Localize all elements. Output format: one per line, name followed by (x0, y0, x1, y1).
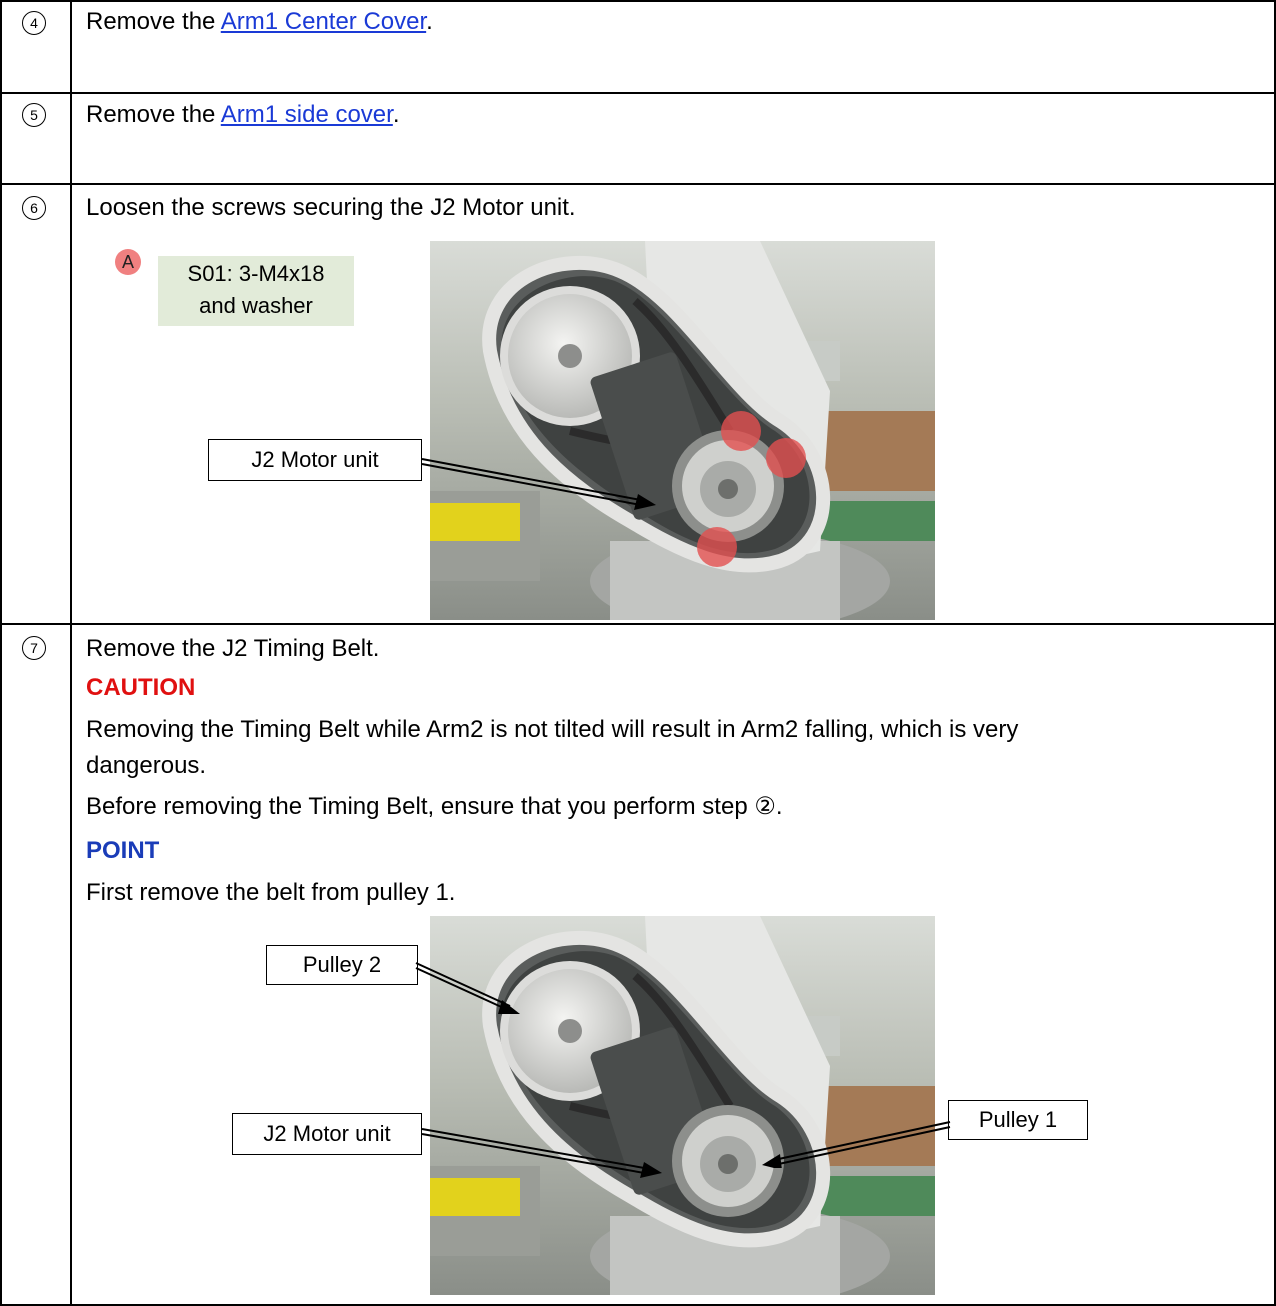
callout-arrow (421, 458, 656, 510)
arm1-center-cover-link[interactable]: Arm1 Center Cover (221, 8, 426, 35)
step-number: 6 (22, 196, 46, 220)
table-border-top (0, 0, 1276, 2)
step-instruction-prefix: Remove the (86, 101, 221, 128)
screw-highlight (766, 438, 806, 478)
step-number: 5 (22, 103, 46, 127)
step-instruction-prefix: Remove the (86, 8, 221, 35)
caution-text: Before removing the Timing Belt, ensure … (86, 793, 783, 820)
screw-spec-line: S01: 3-M4x18 (187, 261, 325, 286)
marker-a-badge: A (115, 249, 141, 275)
step-number: 7 (22, 636, 46, 660)
j2-motor-photo (430, 241, 935, 620)
step-instruction: Remove the J2 Timing Belt. (86, 635, 380, 662)
step-number: 4 (22, 11, 46, 35)
point-heading: POINT (86, 837, 160, 864)
step-instruction: Remove the Arm1 Center Cover. (86, 8, 433, 36)
row-divider (0, 92, 1276, 94)
screw-highlight (697, 527, 737, 567)
arm1-side-cover-link[interactable]: Arm1 side cover (221, 101, 393, 128)
callout-pulley-1: Pulley 1 (948, 1100, 1088, 1140)
step-instruction: Loosen the screws securing the J2 Motor … (86, 194, 576, 221)
caution-text: dangerous. (86, 752, 207, 779)
callout-j2-motor-unit: J2 Motor unit (208, 439, 422, 481)
callout-pulley-2: Pulley 2 (266, 945, 418, 985)
row-divider (0, 623, 1276, 625)
caution-heading: CAUTION (86, 674, 196, 701)
step-instruction-suffix: . (426, 8, 433, 35)
point-text: First remove the belt from pulley 1. (86, 879, 456, 906)
screw-spec-line: and washer (199, 293, 313, 318)
caution-text: Removing the Timing Belt while Arm2 is n… (86, 716, 1019, 743)
step-instruction-suffix: . (392, 101, 400, 128)
table-border-left (0, 0, 2, 1306)
column-divider (70, 0, 72, 1306)
callout-arrow (762, 1121, 951, 1168)
row-divider (0, 183, 1276, 185)
callout-arrow (421, 1128, 662, 1178)
procedure-table: 4 Remove the Arm1 Center Cover. 5 Remove… (0, 0, 1276, 1306)
step-instruction: Remove the Arm1 side cover. (86, 101, 400, 129)
callout-arrow (415, 962, 520, 1014)
screw-highlight (721, 411, 761, 451)
robot-arm-image (430, 241, 935, 620)
callout-j2-motor-unit-2: J2 Motor unit (232, 1113, 422, 1155)
screw-spec-label: S01: 3-M4x18 and washer (158, 256, 354, 326)
